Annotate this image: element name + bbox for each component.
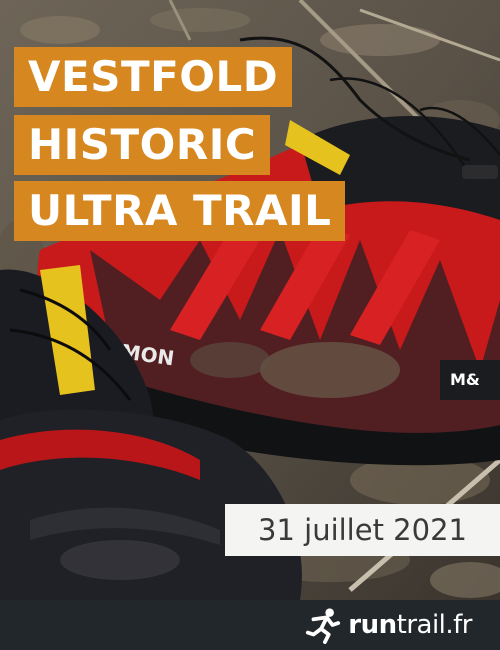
brand-name-light: trail.fr [396, 610, 473, 640]
brand-name: runtrail.fr [348, 610, 472, 640]
event-date: 31 juillet 2021 [225, 504, 500, 556]
brand-name-bold: run [348, 610, 397, 640]
shoe-badge-text: M& [450, 370, 480, 389]
runtrail-logo[interactable]: runtrail.fr [304, 600, 473, 650]
event-poster: MON M& VESTFOLD HISTORIC ULTRA TRAIL 31 … [0, 0, 500, 650]
event-title-line-1: VESTFOLD [14, 47, 293, 107]
event-title-line-3: ULTRA TRAIL [14, 181, 346, 241]
event-title-line-2: HISTORIC [14, 115, 271, 175]
runner-icon [306, 608, 341, 644]
footer-bar: runtrail.fr [0, 600, 500, 650]
